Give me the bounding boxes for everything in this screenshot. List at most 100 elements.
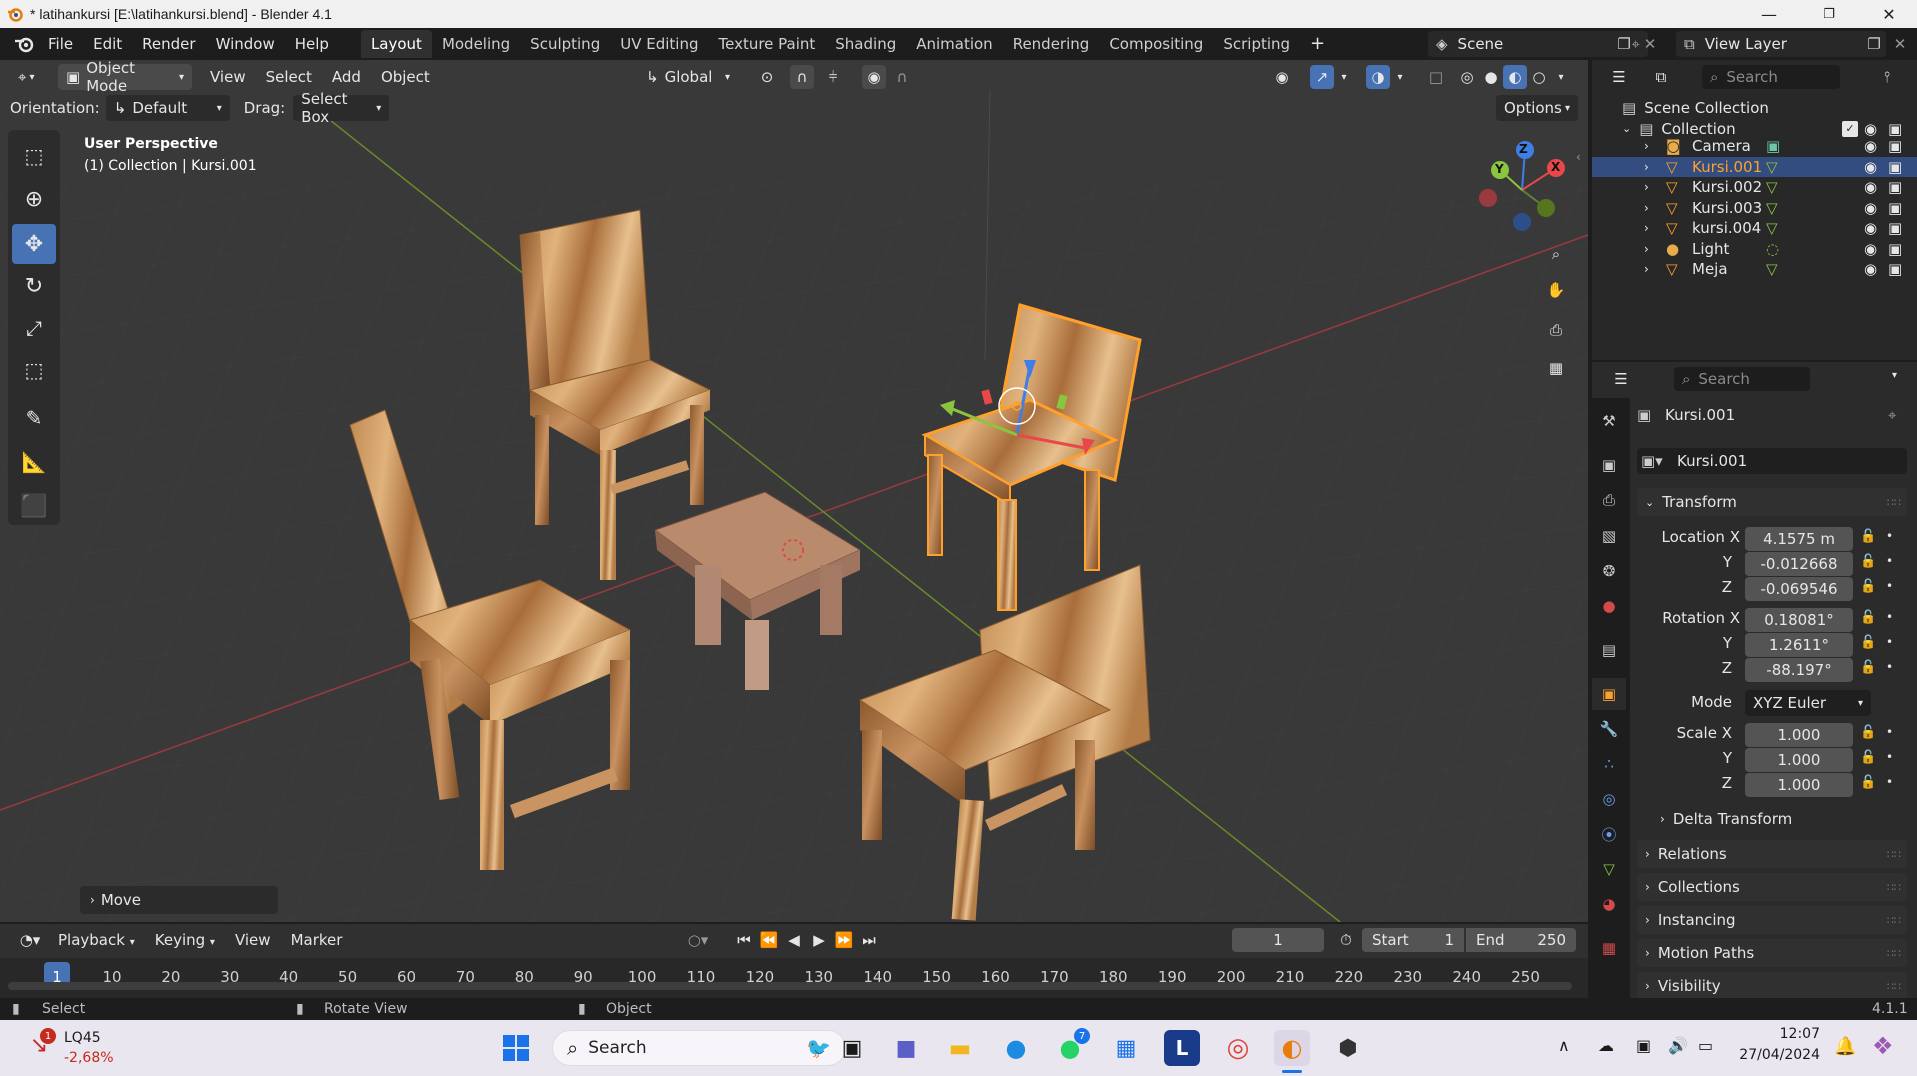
mode-dropdown[interactable]: ▣ Object Mode ▾ [58,60,192,95]
outliner-search-input[interactable]: ⌕ Search [1702,65,1840,89]
clock-time[interactable]: 12:07 [1740,1026,1820,1042]
editor-type-button[interactable]: ⌖ ▾ [10,64,50,90]
falloff-icon[interactable]: ∩ [890,65,914,89]
measure-tool[interactable]: 📐 [12,442,56,482]
tab-modifiers[interactable]: 🔧 [1592,713,1626,745]
tab-physics[interactable]: ◎ [1592,783,1626,815]
menu-render[interactable]: Render [132,31,205,57]
show-gizmo-icon[interactable]: ↗ [1310,65,1334,89]
mesh-data-icon[interactable]: ▽ [1766,178,1778,196]
mesh-data-icon[interactable]: ▽ [1766,260,1778,278]
timeline-menu-view[interactable]: View [225,927,281,953]
tab-object[interactable]: ▣ [1592,678,1626,710]
exclude-checkbox[interactable]: ✓ [1842,120,1858,137]
timeline-scrollbar[interactable] [8,982,1572,990]
workspace-tab-rendering[interactable]: Rendering [1003,30,1100,58]
eye-icon[interactable]: ◉ [1864,158,1877,176]
task-view-button[interactable]: ▣ [834,1030,870,1066]
lock-icon[interactable]: 🔓 [1860,635,1876,650]
tab-scene[interactable]: ❂ [1592,555,1626,587]
chevron-up-icon[interactable]: ∧ [1558,1036,1570,1055]
taskbar-search-box[interactable]: ⌕ Search 🐦 [552,1030,846,1066]
render-camera-icon[interactable]: ▣ [1888,260,1902,278]
viewport-menu-select[interactable]: Select [256,64,322,90]
outliner-item-meja[interactable]: › ▽ Meja ▽ ◉ ▣ [1592,259,1917,279]
start-button[interactable] [498,1030,534,1066]
network-icon[interactable]: ▣ [1636,1036,1651,1055]
menu-edit[interactable]: Edit [83,31,132,57]
chevron-right-icon[interactable]: › [1644,242,1649,256]
render-camera-icon[interactable]: ▣ [1888,158,1902,176]
render-camera-icon[interactable]: ▣ [1888,199,1902,217]
tab-world[interactable]: ● [1592,590,1626,622]
chevron-right-icon[interactable]: › [1644,180,1649,194]
delete-scene-icon[interactable]: ✕ [1640,34,1660,54]
chevron-right-icon[interactable]: › [1644,160,1649,174]
start-frame-field[interactable]: Start 1 [1362,928,1464,952]
scale-z-field[interactable]: 1.000 [1745,773,1853,797]
tab-texture[interactable]: ▦ [1592,932,1626,964]
mesh-data-icon[interactable]: ▽ [1766,219,1778,237]
rotation-y-field[interactable]: 1.2611° [1745,633,1853,657]
last-operator-panel[interactable]: › Move [80,886,278,914]
timeline-editor-type-icon[interactable]: ◔▾ [12,931,48,949]
lock-icon[interactable]: 🔓 [1860,529,1876,544]
delta-transform-subpanel[interactable]: › Delta Transform [1660,810,1792,828]
lock-icon[interactable]: 🔓 [1860,554,1876,569]
rendered-shading-icon[interactable]: ○ [1527,65,1551,89]
keyframe-dot-icon[interactable]: • [1886,660,1893,674]
keyframe-dot-icon[interactable]: • [1886,725,1893,739]
location-y-field[interactable]: -0.012668 [1745,552,1853,576]
maximize-button[interactable]: ❐ [1801,0,1857,28]
tab-tool[interactable]: ⚒ [1592,405,1626,437]
workspace-tab-shading[interactable]: Shading [825,30,906,58]
outliner-item-kursi-004[interactable]: › ▽ kursi.004 ▽ ◉ ▣ [1592,218,1917,238]
blender-menu-icon[interactable] [10,35,38,53]
sidebar-toggle-icon[interactable]: ‹ [1576,150,1581,164]
keyframe-dot-icon[interactable]: • [1886,554,1893,568]
rotation-z-field[interactable]: -88.197° [1745,658,1853,682]
eye-icon[interactable]: ◉ [1864,120,1877,138]
object-data-icon[interactable]: ▣▾ [1641,452,1671,470]
add-workspace-button[interactable]: + [1300,31,1335,57]
lock-icon[interactable]: 🔓 [1860,775,1876,790]
tab-output[interactable]: ⎙ [1592,484,1626,516]
display-mode-icon[interactable]: ⧉ [1644,66,1678,88]
jump-keyframe-forward-icon[interactable]: ⏩ [832,928,856,952]
perspective-toggle-button[interactable]: ▦ [1540,352,1572,384]
move-tool[interactable]: ✥ [12,224,56,264]
new-scene-icon[interactable]: ❐ [1614,34,1634,54]
timeline-menu-keying[interactable]: Keying ▾ [145,927,225,953]
drag-handle-icon[interactable]: ∷∷ [1887,496,1901,509]
keyframe-dot-icon[interactable]: • [1886,635,1893,649]
blender-app[interactable]: ◐ [1274,1030,1310,1066]
workspace-tab-texture-paint[interactable]: Texture Paint [708,30,825,58]
scale-y-field[interactable]: 1.000 [1745,748,1853,772]
render-camera-icon[interactable]: ▣ [1888,240,1902,258]
lock-icon[interactable]: 🔓 [1860,579,1876,594]
chevron-down-icon[interactable]: ▾ [1392,65,1408,89]
material-preview-shading-icon[interactable]: ◐ [1503,65,1527,89]
teams-app[interactable]: ■ [888,1030,924,1066]
lock-icon[interactable]: 🔓 [1860,750,1876,765]
tab-constraints[interactable]: ⦿ [1592,818,1626,850]
pin-icon[interactable]: ⌖ [1888,406,1896,424]
copilot-icon[interactable]: ❖ [1872,1032,1894,1060]
menu-help[interactable]: Help [285,31,339,57]
render-camera-icon[interactable]: ▣ [1888,219,1902,237]
menu-window[interactable]: Window [206,31,285,57]
workspace-tab-modeling[interactable]: Modeling [432,30,520,58]
proportional-edit-icon[interactable]: ◉ [862,65,886,89]
play-icon[interactable]: ▶ [807,928,831,952]
properties-search-input[interactable]: ⌕ Search [1674,367,1810,391]
panel-collections[interactable]: › Collections ∷∷ [1637,873,1907,901]
stopwatch-icon[interactable]: ⏱ [1334,928,1358,952]
menu-file[interactable]: File [38,31,83,57]
transform-tool[interactable]: ⬚ [12,350,56,390]
keyframe-dot-icon[interactable]: • [1886,750,1893,764]
store-app[interactable]: ▦ [1108,1030,1144,1066]
end-frame-field[interactable]: End 250 [1466,928,1576,952]
outliner-item-camera[interactable]: › ◙ Camera ▣ ◉ ▣ [1592,136,1917,156]
rotation-mode-dropdown[interactable]: XYZ Euler ▾ [1745,690,1871,716]
drag-handle-icon[interactable]: ∷∷ [1887,980,1901,993]
